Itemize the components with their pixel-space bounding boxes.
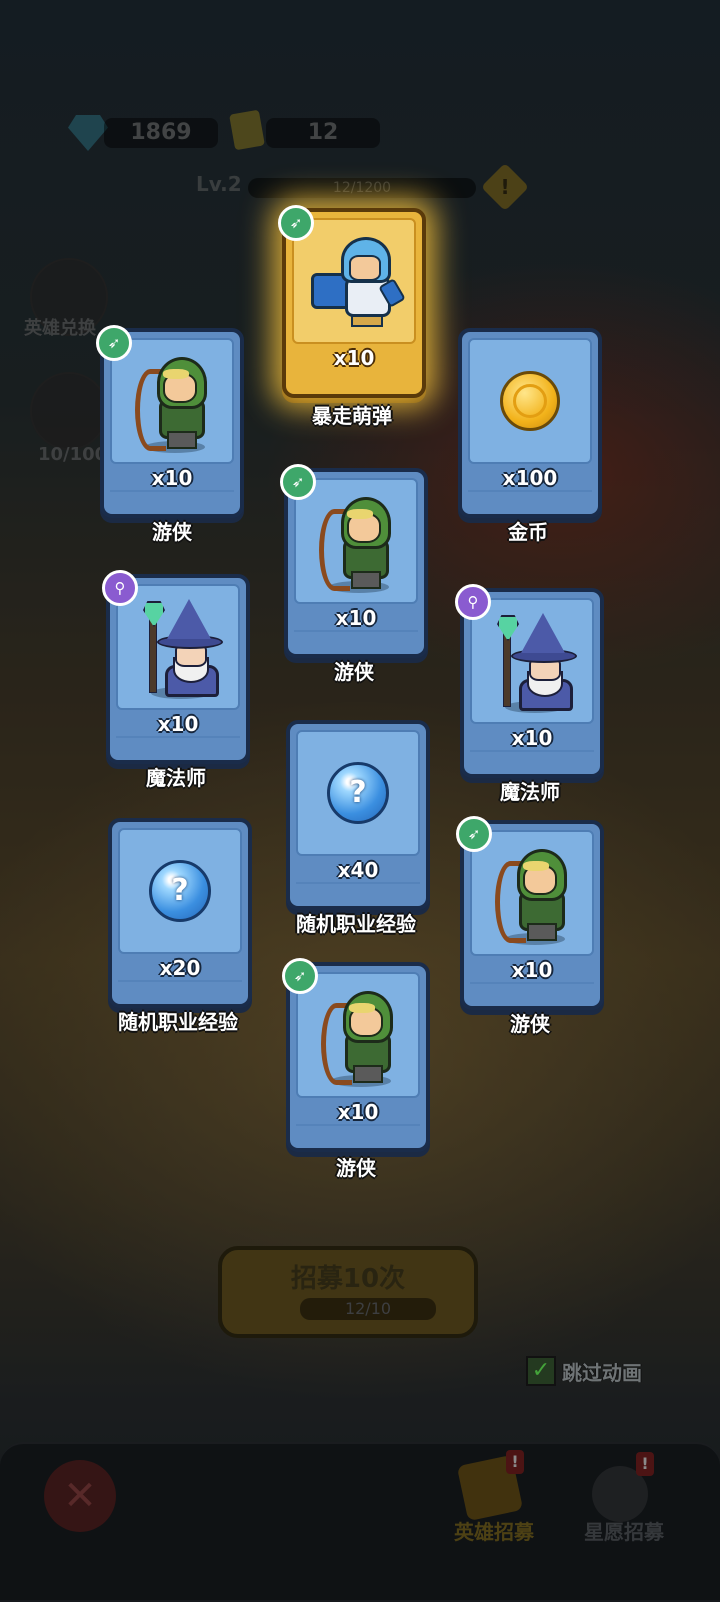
- ranger-hero-icon: [313, 493, 399, 593]
- card-quantity: x10: [337, 1100, 379, 1124]
- card-name: 魔法师: [500, 780, 560, 804]
- card-name: 魔法师: [146, 766, 206, 790]
- card-quantity: x10: [151, 466, 193, 490]
- card-quantity: x10: [333, 346, 375, 370]
- mystery-exp-orb-icon: ?: [149, 860, 211, 922]
- ranger-hero-icon: [315, 987, 401, 1087]
- ranger-class-icon: ➶: [278, 205, 314, 241]
- ranger-hero-icon: [129, 353, 215, 453]
- card-quantity: x40: [337, 858, 379, 882]
- card-quantity: x20: [159, 956, 201, 980]
- card-quantity: x10: [335, 606, 377, 630]
- mage-class-icon: ⚲: [102, 570, 138, 606]
- card-name: 随机职业经验: [118, 1010, 238, 1034]
- card-quantity: x100: [502, 466, 558, 490]
- ranger-hero-icon: [489, 845, 575, 945]
- reward-card-exp[interactable]: ? x20: [108, 818, 252, 1008]
- reward-card-exp[interactable]: ? x40: [286, 720, 430, 910]
- card-name: 暴走萌弹: [312, 404, 392, 428]
- card-name: 游侠: [152, 520, 192, 544]
- card-quantity: x10: [511, 958, 553, 982]
- ranger-class-icon: ➶: [96, 325, 132, 361]
- gunner-hero-icon: [311, 233, 406, 329]
- mystery-exp-orb-icon: ?: [327, 762, 389, 824]
- skip-animation-label: 跳过动画: [562, 1360, 642, 1385]
- ranger-class-icon: ➶: [282, 958, 318, 994]
- reward-card-coin[interactable]: x100: [458, 328, 602, 518]
- checkbox-checked-icon[interactable]: ✓: [526, 1356, 556, 1386]
- skip-animation-toggle[interactable]: ✓ 跳过动画: [526, 1356, 642, 1386]
- mage-class-icon: ⚲: [455, 584, 491, 620]
- card-name: 金币: [508, 520, 548, 544]
- card-quantity: x10: [157, 712, 199, 736]
- mage-hero-icon: [489, 613, 577, 713]
- card-name: 随机职业经验: [296, 912, 416, 936]
- gold-coin-icon: [500, 371, 560, 431]
- ranger-class-icon: ➶: [456, 816, 492, 852]
- mage-hero-icon: [135, 599, 223, 699]
- card-name: 游侠: [510, 1012, 550, 1036]
- card-name: 游侠: [336, 1156, 376, 1180]
- card-name: 游侠: [334, 660, 374, 684]
- card-quantity: x10: [511, 726, 553, 750]
- ranger-class-icon: ➶: [280, 464, 316, 500]
